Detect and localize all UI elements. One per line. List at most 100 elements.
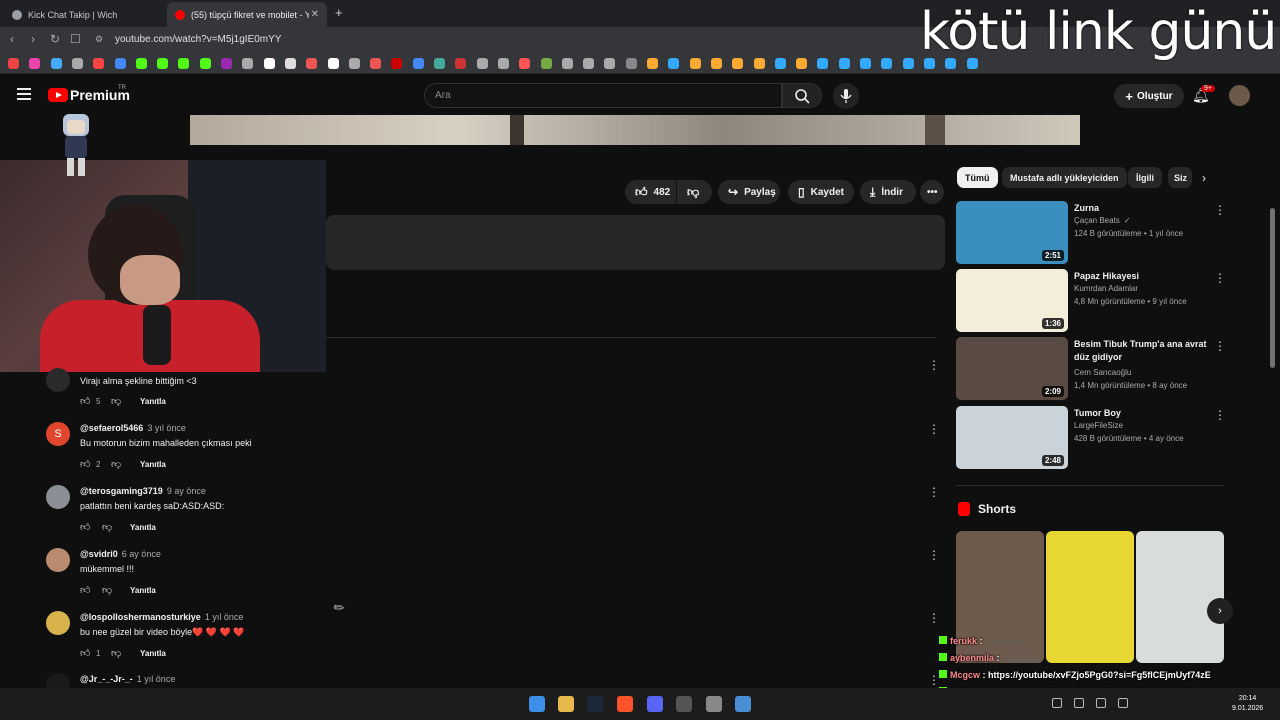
bookmark-icon[interactable]: [753, 58, 765, 69]
thumbs-up-icon[interactable]: 👍︎: [80, 395, 90, 407]
video-thumbnail[interactable]: 2:09: [956, 337, 1068, 400]
discord-icon[interactable]: [647, 696, 663, 712]
comment-author[interactable]: @terosgaming3719 9 ay önce: [80, 486, 206, 496]
avatar[interactable]: [46, 548, 70, 572]
avatar[interactable]: S: [46, 422, 70, 446]
tab-youtube[interactable]: (55) tüpçü fikret ve mobilet - Yo ✕: [167, 2, 327, 27]
more-icon[interactable]: ⋮: [1214, 408, 1226, 422]
bookmark-icon[interactable]: [434, 58, 445, 69]
author-name[interactable]: @svidri0: [80, 549, 118, 559]
app-icon[interactable]: [735, 696, 751, 712]
filter-chip[interactable]: Tümü: [957, 167, 998, 188]
voice-search-button[interactable]: [833, 83, 859, 109]
channel-name[interactable]: Çaçan Beats ✓: [1074, 216, 1131, 225]
more-icon[interactable]: ⋮: [928, 548, 940, 562]
reload-icon[interactable]: ↻: [50, 32, 60, 46]
author-name[interactable]: @terosgaming3719: [80, 486, 163, 496]
thumbs-down-icon[interactable]: 👎︎: [111, 647, 121, 659]
bookmark-icon[interactable]: [412, 58, 424, 69]
bookmark-icon[interactable]: [881, 58, 893, 69]
tab-kick-chat[interactable]: Kick Chat Takip | Wich: [4, 2, 164, 27]
thumbs-up-icon[interactable]: 👍︎: [80, 458, 90, 470]
bookmark-icon[interactable]: [817, 58, 829, 69]
system-clock[interactable]: 20:14 9.01.2026: [1232, 694, 1263, 714]
author-name[interactable]: @sefaerol5466: [80, 423, 143, 433]
filter-chip[interactable]: Siz: [1168, 167, 1192, 188]
dislike-button[interactable]: 👎︎: [677, 180, 712, 204]
url-field[interactable]: youtube.com/watch?v=M5j1gIE0mYY: [115, 34, 281, 45]
reply-button[interactable]: Yanıtla: [130, 523, 156, 532]
bookmark-icon[interactable]: [114, 58, 126, 69]
reply-button[interactable]: Yanıtla: [140, 649, 166, 658]
bookmark-icon[interactable]: [497, 58, 509, 69]
comment-time[interactable]: 1 yıl önce: [137, 674, 176, 684]
bookmark-icon[interactable]: [647, 58, 658, 69]
video-title[interactable]: Zurna: [1074, 202, 1214, 215]
video-thumbnail[interactable]: 1:36: [956, 269, 1068, 332]
bookmark-icon[interactable]: [199, 58, 211, 69]
bookmark-icon[interactable]: [860, 58, 871, 69]
avatar[interactable]: [46, 368, 70, 392]
app-icon[interactable]: [706, 696, 722, 712]
forward-icon[interactable]: ›: [31, 32, 35, 46]
filter-chip[interactable]: İlgili: [1128, 167, 1162, 188]
thumbs-down-icon[interactable]: 👎︎: [111, 395, 121, 407]
back-icon[interactable]: ‹: [10, 32, 14, 46]
bookmark-icon[interactable]: [242, 58, 254, 69]
video-title[interactable]: Papaz Hikayesi: [1074, 270, 1214, 283]
more-icon[interactable]: ⋮: [928, 611, 940, 625]
author-name[interactable]: @lospolloshermanosturkiye: [80, 612, 201, 622]
avatar[interactable]: [1229, 85, 1250, 106]
search-button[interactable]: [782, 83, 822, 108]
channel-name[interactable]: LargeFileSize: [1074, 421, 1123, 430]
bookmark-icon[interactable]: ☐: [70, 32, 81, 46]
bookmark-icon[interactable]: [540, 58, 552, 69]
bookmark-icon[interactable]: [29, 58, 41, 69]
close-tab-icon[interactable]: ✕: [311, 9, 319, 20]
bookmark-icon[interactable]: [625, 58, 637, 69]
scrollbar[interactable]: [1270, 208, 1275, 368]
save-button[interactable]: ▯ Kaydet: [788, 180, 854, 204]
more-icon[interactable]: ⋮: [928, 422, 940, 436]
bookmark-icon[interactable]: [221, 58, 232, 69]
bookmark-icon[interactable]: [838, 58, 850, 69]
bookmark-icon[interactable]: [476, 58, 488, 69]
bookmark-icon[interactable]: [135, 58, 147, 69]
network-icon[interactable]: [1074, 698, 1084, 708]
bookmark-icon[interactable]: [157, 58, 169, 69]
bookmark-icon[interactable]: [370, 58, 382, 69]
comment-time[interactable]: 6 ay önce: [122, 549, 161, 559]
comment-author[interactable]: @Jr_-_-Jr-_- 1 yıl önce: [80, 674, 175, 684]
channel-name[interactable]: Cem Sarıcaoğlu: [1074, 368, 1131, 377]
new-tab-button[interactable]: +: [335, 5, 343, 20]
windows-icon[interactable]: [529, 696, 545, 712]
volume-icon[interactable]: [1096, 698, 1106, 708]
youtube-logo-icon[interactable]: [48, 88, 68, 102]
channel-name[interactable]: Kumrdan Adamlar: [1074, 284, 1138, 293]
comment-time[interactable]: 1 yıl önce: [205, 612, 244, 622]
short-thumbnail[interactable]: [1046, 531, 1134, 663]
comment-author[interactable]: @svidri0 6 ay önce: [80, 549, 161, 559]
video-title[interactable]: Besim Tibuk Trump'a ana avrat düz gidiyo…: [1074, 338, 1214, 364]
bookmark-icon[interactable]: [796, 58, 808, 69]
bookmark-icon[interactable]: [284, 58, 296, 69]
brave-icon[interactable]: [617, 696, 633, 712]
search-input[interactable]: Ara: [424, 83, 782, 108]
more-icon[interactable]: ⋮: [1214, 203, 1226, 217]
bookmark-icon[interactable]: [689, 58, 701, 69]
comment-time[interactable]: 9 ay önce: [167, 486, 206, 496]
reply-button[interactable]: Yanıtla: [130, 586, 156, 595]
bookmark-icon[interactable]: [561, 58, 573, 69]
more-icon[interactable]: ⋮: [928, 485, 940, 499]
reply-button[interactable]: Yanıtla: [140, 397, 166, 406]
bookmark-icon[interactable]: [50, 58, 62, 69]
video-thumbnail[interactable]: 2:48: [956, 406, 1068, 469]
avatar[interactable]: [46, 611, 70, 635]
thumbs-up-icon[interactable]: 👍︎: [80, 647, 90, 659]
bookmark-icon[interactable]: [93, 58, 105, 69]
recommendation-item[interactable]: 2:09 Besim Tibuk Trump'a ana avrat düz gi…: [956, 337, 1226, 401]
create-button[interactable]: + Oluştur: [1114, 84, 1184, 108]
more-icon[interactable]: ⋮: [1214, 271, 1226, 285]
bookmark-icon[interactable]: [178, 58, 190, 69]
bookmark-icon[interactable]: [306, 58, 318, 69]
